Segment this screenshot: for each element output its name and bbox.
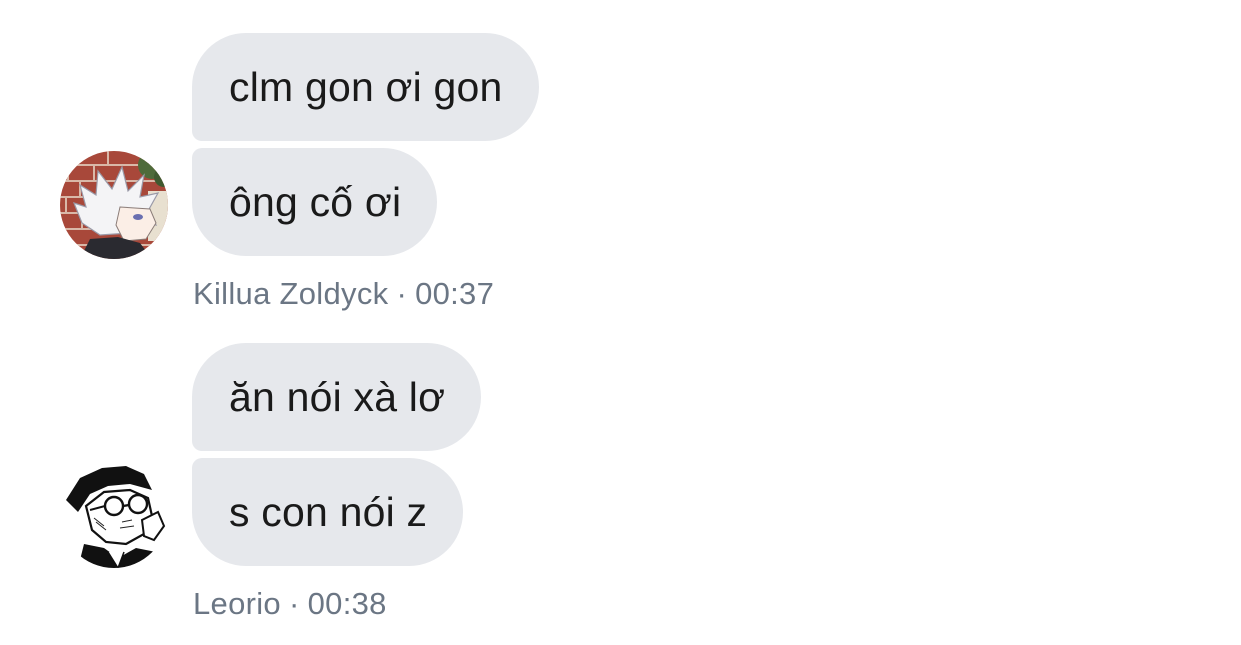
message-meta: Leorio · 00:38 (193, 586, 387, 622)
sketch-glasses-anime-avatar-icon (60, 460, 168, 568)
message-thread: clm gon ơi gon ông cố ơi Killua Zoldyck … (0, 0, 1241, 645)
message-timestamp: 00:38 (307, 586, 387, 621)
meta-separator: · (396, 276, 408, 311)
message-meta: Killua Zoldyck · 00:37 (193, 276, 494, 312)
meta-separator: · (288, 586, 300, 621)
message-bubble[interactable]: ăn nói xà lơ (192, 343, 482, 451)
message-bubble[interactable]: ông cố ơi (192, 148, 438, 256)
avatar[interactable] (60, 151, 168, 259)
message-bubble[interactable]: clm gon ơi gon (192, 33, 539, 141)
white-haired-anime-avatar-icon (60, 151, 168, 259)
avatar[interactable] (60, 460, 168, 568)
sender-name[interactable]: Leorio (193, 586, 281, 621)
sender-name[interactable]: Killua Zoldyck (193, 276, 388, 311)
message-timestamp: 00:37 (415, 276, 495, 311)
message-bubble[interactable]: s con nói z (192, 458, 464, 566)
